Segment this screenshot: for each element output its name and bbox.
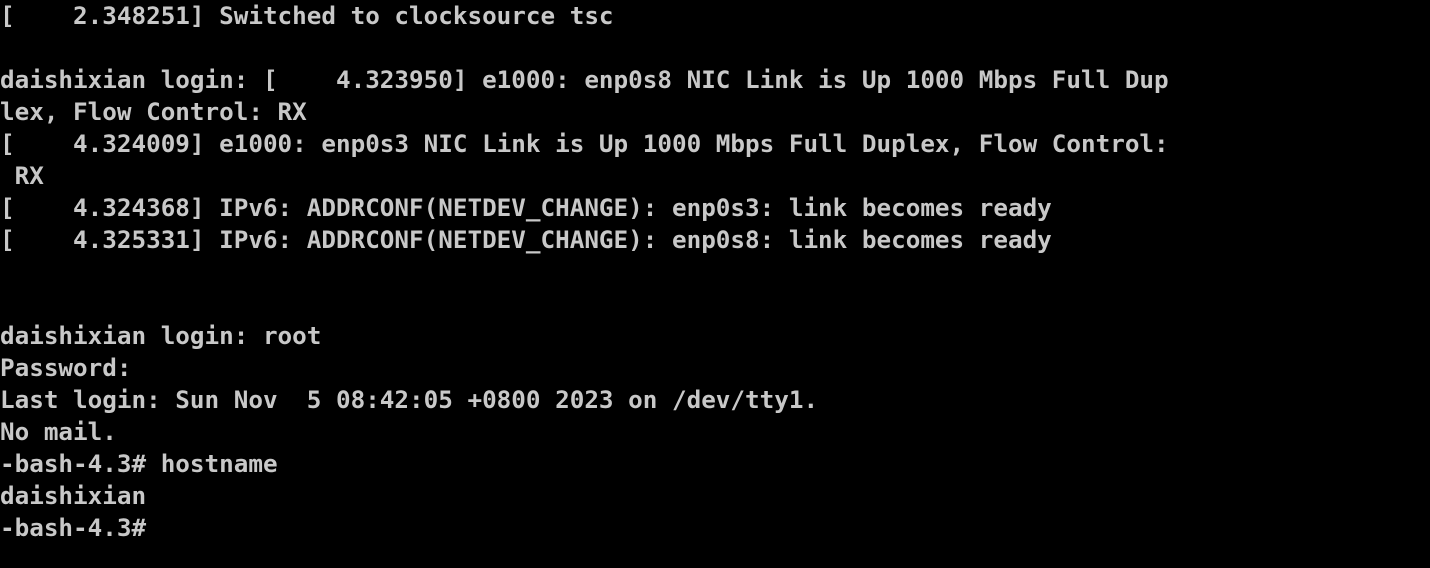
console-line: -bash-4.3# hostname: [0, 450, 278, 478]
console-line: Last login: Sun Nov 5 08:42:05 +0800 202…: [0, 386, 819, 414]
console-line: [ 4.325331] IPv6: ADDRCONF(NETDEV_CHANGE…: [0, 226, 1052, 254]
console-line: RX: [0, 162, 44, 190]
console-line: daishixian login: [ 4.323950] e1000: enp…: [0, 66, 1169, 94]
console-line: daishixian login: root: [0, 322, 322, 350]
shell-prompt-line[interactable]: -bash-4.3#: [0, 512, 146, 544]
console-line: Password:: [0, 354, 132, 382]
console-line: [ 4.324009] e1000: enp0s3 NIC Link is Up…: [0, 130, 1169, 158]
console-line: [ 2.348251] Switched to clocksource tsc: [0, 2, 614, 30]
console-line: lex, Flow Control: RX: [0, 98, 307, 126]
console-line: [ 4.324368] IPv6: ADDRCONF(NETDEV_CHANGE…: [0, 194, 1052, 222]
console-line: No mail.: [0, 418, 117, 446]
console-line: daishixian: [0, 482, 147, 510]
terminal-console[interactable]: [ 2.348251] Switched to clocksource tsc …: [0, 0, 1430, 568]
